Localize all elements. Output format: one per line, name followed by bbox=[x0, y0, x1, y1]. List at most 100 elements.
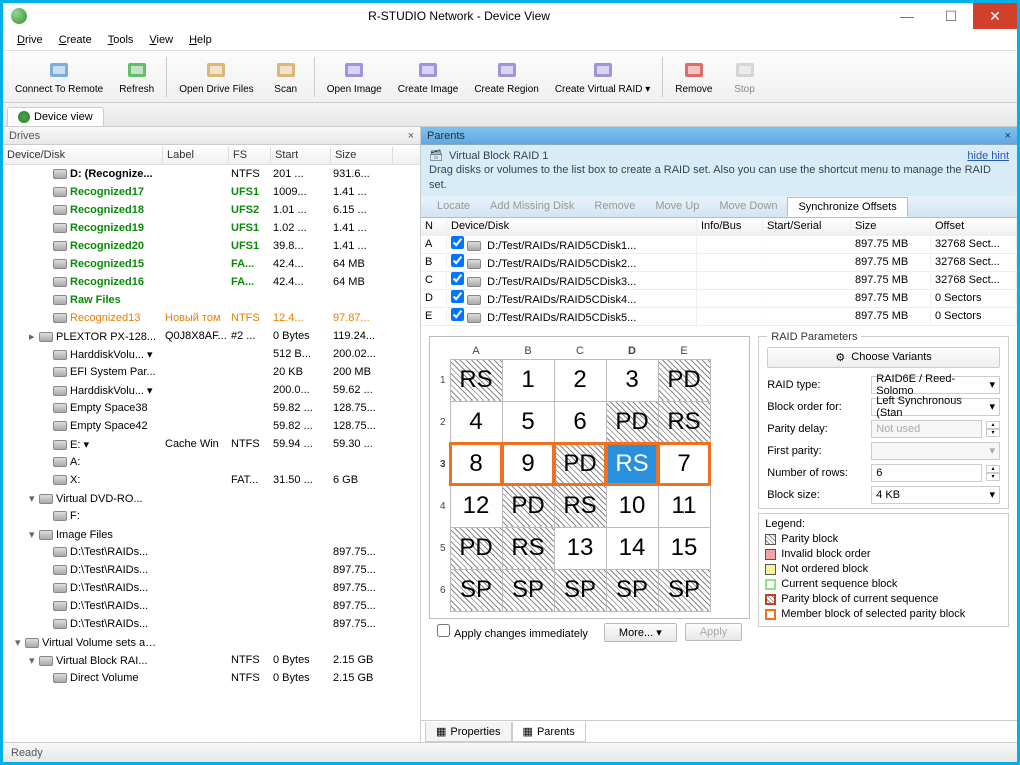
raid-tab-synchronize-offsets[interactable]: Synchronize Offsets bbox=[787, 197, 907, 217]
close-icon[interactable]: × bbox=[408, 130, 414, 142]
grid-cell[interactable]: RS bbox=[606, 443, 658, 485]
grid-cell[interactable]: 10 bbox=[606, 485, 658, 527]
param-block-order-for-[interactable]: Block order for:Left Synchronous (Stan▾ bbox=[767, 396, 1000, 418]
grid-cell[interactable]: 4 bbox=[450, 401, 502, 443]
raid-member-row[interactable]: E D:/Test/RAIDs/RAID5CDisk5...897.75 MB0… bbox=[421, 308, 1017, 326]
grid-cell[interactable]: 8 bbox=[450, 443, 502, 485]
menu-tools[interactable]: Tools bbox=[102, 32, 140, 48]
menu-view[interactable]: View bbox=[143, 32, 179, 48]
raid-member-row[interactable]: C D:/Test/RAIDs/RAID5CDisk3...897.75 MB3… bbox=[421, 272, 1017, 290]
tree-row[interactable]: EFI System Par...20 KB200 MB bbox=[3, 363, 420, 381]
grid-cell[interactable]: 11 bbox=[658, 485, 710, 527]
tree-row[interactable]: ▸PLEXTOR PX-128...Q0J8X8AF...#2 ...0 Byt… bbox=[3, 327, 420, 345]
tree-row[interactable]: X:FAT...31.50 ...6 GB bbox=[3, 471, 420, 489]
grid-cell[interactable]: SP bbox=[658, 569, 710, 611]
tree-row[interactable]: Recognized20UFS139.8...1.41 ... bbox=[3, 237, 420, 255]
tree-row[interactable]: ▾Virtual Volume sets and ... bbox=[3, 633, 420, 651]
scan-button[interactable]: Scan bbox=[262, 53, 310, 101]
tree-row[interactable]: Empty Space4259.82 ...128.75... bbox=[3, 417, 420, 435]
param-block-size-[interactable]: Block size:4 KB▾ bbox=[767, 484, 1000, 506]
raid-member-row[interactable]: B D:/Test/RAIDs/RAID5CDisk2...897.75 MB3… bbox=[421, 254, 1017, 272]
grid-cell[interactable]: 5 bbox=[502, 401, 554, 443]
apply-button[interactable]: Apply bbox=[685, 623, 743, 641]
raid-tab-move-down[interactable]: Move Down bbox=[709, 197, 787, 215]
connect-to-remote-button[interactable]: Connect To Remote bbox=[7, 53, 111, 101]
grid-cell[interactable]: PD bbox=[606, 401, 658, 443]
grid-cell[interactable]: 13 bbox=[554, 527, 606, 569]
open-drive-files-button[interactable]: Open Drive Files bbox=[171, 53, 261, 101]
member-checkbox[interactable] bbox=[451, 254, 464, 267]
choose-variants-button[interactable]: ⚙ Choose Variants bbox=[767, 347, 1000, 368]
raid-col[interactable]: Info/Bus bbox=[697, 219, 763, 233]
tree-row[interactable]: Recognized19UFS11.02 ...1.41 ... bbox=[3, 219, 420, 237]
maximize-button[interactable]: ☐ bbox=[929, 3, 973, 29]
tree-row[interactable]: D:\Test\RAIDs...897.75... bbox=[3, 597, 420, 615]
param-number-of-rows-[interactable]: Number of rows:6▴▾ bbox=[767, 462, 1000, 484]
grid-cell[interactable]: 3 bbox=[606, 359, 658, 401]
tree-row[interactable]: D:\Test\RAIDs...897.75... bbox=[3, 615, 420, 633]
tree-row[interactable]: A: bbox=[3, 453, 420, 471]
tree-col-start[interactable]: Start bbox=[271, 147, 331, 163]
tree-row[interactable]: Raw Files bbox=[3, 291, 420, 309]
create-image-button[interactable]: Create Image bbox=[390, 53, 467, 101]
tree-row[interactable]: Recognized16FA...42.4...64 MB bbox=[3, 273, 420, 291]
raid-col[interactable]: Size bbox=[851, 219, 931, 233]
more-button[interactable]: More... ▾ bbox=[604, 623, 677, 642]
menu-help[interactable]: Help bbox=[183, 32, 218, 48]
bottom-tab-properties[interactable]: ▦Properties bbox=[425, 722, 512, 742]
spin-up[interactable]: ▴ bbox=[986, 421, 1000, 429]
param-raid-type-[interactable]: RAID type:RAID6E / Reed-Solomo▾ bbox=[767, 374, 1000, 396]
tree-row[interactable]: Recognized17UFS11009...1.41 ... bbox=[3, 183, 420, 201]
tree-row[interactable]: ▾Virtual Block RAI...NTFS0 Bytes2.15 GB bbox=[3, 651, 420, 669]
tree-row[interactable]: E: ▾Cache WinNTFS59.94 ...59.30 ... bbox=[3, 435, 420, 453]
grid-cell[interactable]: 2 bbox=[554, 359, 606, 401]
tree-row[interactable]: D:\Test\RAIDs...897.75... bbox=[3, 579, 420, 597]
tree-row[interactable]: HarddiskVolu... ▾512 B...200.02... bbox=[3, 345, 420, 363]
tree-row[interactable]: D: (Recognize...NTFS201 ...931.6... bbox=[3, 165, 420, 183]
grid-cell[interactable]: RS bbox=[658, 401, 710, 443]
raid-member-row[interactable]: A D:/Test/RAIDs/RAID5CDisk1...897.75 MB3… bbox=[421, 236, 1017, 254]
grid-cell[interactable]: 12 bbox=[450, 485, 502, 527]
raid-col[interactable]: Start/Serial bbox=[763, 219, 851, 233]
raid-tab-move-up[interactable]: Move Up bbox=[645, 197, 709, 215]
tree-row[interactable]: F: bbox=[3, 507, 420, 525]
grid-cell[interactable]: 9 bbox=[502, 443, 554, 485]
member-checkbox[interactable] bbox=[451, 308, 464, 321]
spin-down[interactable]: ▾ bbox=[986, 429, 1000, 437]
grid-cell[interactable]: SP bbox=[554, 569, 606, 611]
tree-row[interactable]: HarddiskVolu... ▾200.0...59.62 ... bbox=[3, 381, 420, 399]
grid-cell[interactable]: PD bbox=[502, 485, 554, 527]
grid-cell[interactable]: SP bbox=[450, 569, 502, 611]
tree-col-size[interactable]: Size bbox=[331, 147, 393, 163]
close-icon[interactable]: × bbox=[1005, 130, 1011, 142]
create-region-button[interactable]: Create Region bbox=[466, 53, 546, 101]
tree-row[interactable]: Recognized13Новый томNTFS12.4...97.87... bbox=[3, 309, 420, 327]
grid-cell[interactable]: 15 bbox=[658, 527, 710, 569]
member-checkbox[interactable] bbox=[451, 290, 464, 303]
menu-create[interactable]: Create bbox=[53, 32, 98, 48]
tree-row[interactable]: D:\Test\RAIDs...897.75... bbox=[3, 543, 420, 561]
device-view-tab[interactable]: Device view bbox=[7, 107, 104, 126]
tree-row[interactable]: ▾Virtual DVD-RO... bbox=[3, 489, 420, 507]
member-checkbox[interactable] bbox=[451, 272, 464, 285]
raid-col[interactable]: N bbox=[421, 219, 447, 233]
raid-block-grid[interactable]: ABCDE1RS123PD2456PDRS389PDRS7412PDRS1011… bbox=[429, 336, 750, 619]
tree-col-devicedisk[interactable]: Device/Disk bbox=[3, 147, 163, 163]
tree-row[interactable]: Direct VolumeNTFS0 Bytes2.15 GB bbox=[3, 669, 420, 687]
grid-cell[interactable]: RS bbox=[450, 359, 502, 401]
menu-drive[interactable]: Drive bbox=[11, 32, 49, 48]
grid-cell[interactable]: RS bbox=[554, 485, 606, 527]
tree-col-fs[interactable]: FS bbox=[229, 147, 271, 163]
tree-row[interactable]: Recognized18UFS21.01 ...6.15 ... bbox=[3, 201, 420, 219]
raid-tab-add-missing-disk[interactable]: Add Missing Disk bbox=[480, 197, 584, 215]
create-virtual-raid-button[interactable]: Create Virtual RAID ▾ bbox=[547, 53, 658, 101]
spin-down[interactable]: ▾ bbox=[986, 473, 1000, 481]
spin-up[interactable]: ▴ bbox=[986, 465, 1000, 473]
open-image-button[interactable]: Open Image bbox=[319, 53, 390, 101]
minimize-button[interactable]: — bbox=[885, 3, 929, 29]
bottom-tab-parents[interactable]: ▦Parents bbox=[512, 722, 586, 742]
tree-col-label[interactable]: Label bbox=[163, 147, 229, 163]
apply-immediately-checkbox[interactable]: Apply changes immediately bbox=[437, 624, 588, 640]
tree-row[interactable]: D:\Test\RAIDs...897.75... bbox=[3, 561, 420, 579]
member-checkbox[interactable] bbox=[451, 236, 464, 249]
